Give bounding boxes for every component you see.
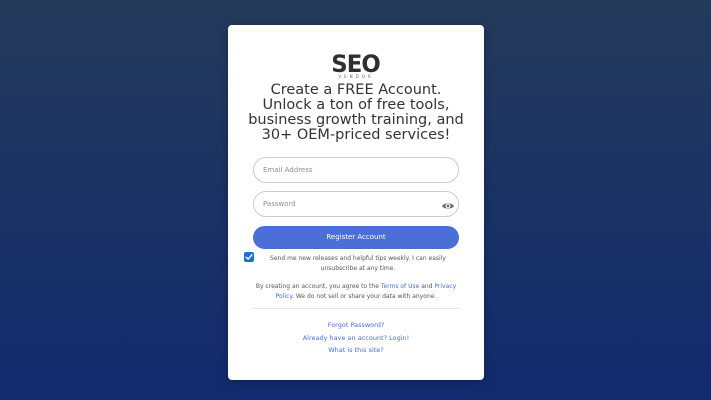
- terms-notice: By creating an account, you agree to the…: [246, 282, 466, 301]
- forgot-password-link[interactable]: Forgot Password?: [228, 319, 484, 332]
- register-account-button[interactable]: Register Account: [253, 226, 459, 249]
- divider: [253, 308, 459, 309]
- terms-of-use-link[interactable]: Terms of Use: [381, 283, 419, 290]
- terms-middle: and: [419, 283, 435, 290]
- signup-headline: Create a FREE Account. Unlock a ton of f…: [248, 82, 464, 143]
- logo-text: SEO: [331, 50, 381, 78]
- show-password-eye-icon[interactable]: [441, 198, 455, 210]
- login-link[interactable]: Already have an account? Login!: [228, 332, 484, 345]
- seo-vendor-logo: SEO VENDOR: [228, 50, 484, 79]
- password-placeholder: Password: [263, 200, 296, 208]
- email-placeholder: Email Address: [263, 166, 313, 174]
- email-field[interactable]: Email Address: [253, 157, 459, 183]
- newsletter-checkbox[interactable]: [244, 252, 254, 262]
- newsletter-consent-text: Send me new releases and helpful tips we…: [270, 255, 446, 272]
- password-field[interactable]: Password: [253, 191, 459, 217]
- checkmark-icon: [245, 254, 253, 260]
- terms-prefix: By creating an account, you agree to the: [255, 283, 381, 290]
- footer-links: Forgot Password? Already have an account…: [228, 319, 484, 357]
- about-site-link[interactable]: What is this site?: [228, 344, 484, 357]
- terms-suffix: . We do not sell or share your data with…: [292, 292, 437, 300]
- signup-card: SEO VENDOR Create a FREE Account. Unlock…: [228, 25, 484, 380]
